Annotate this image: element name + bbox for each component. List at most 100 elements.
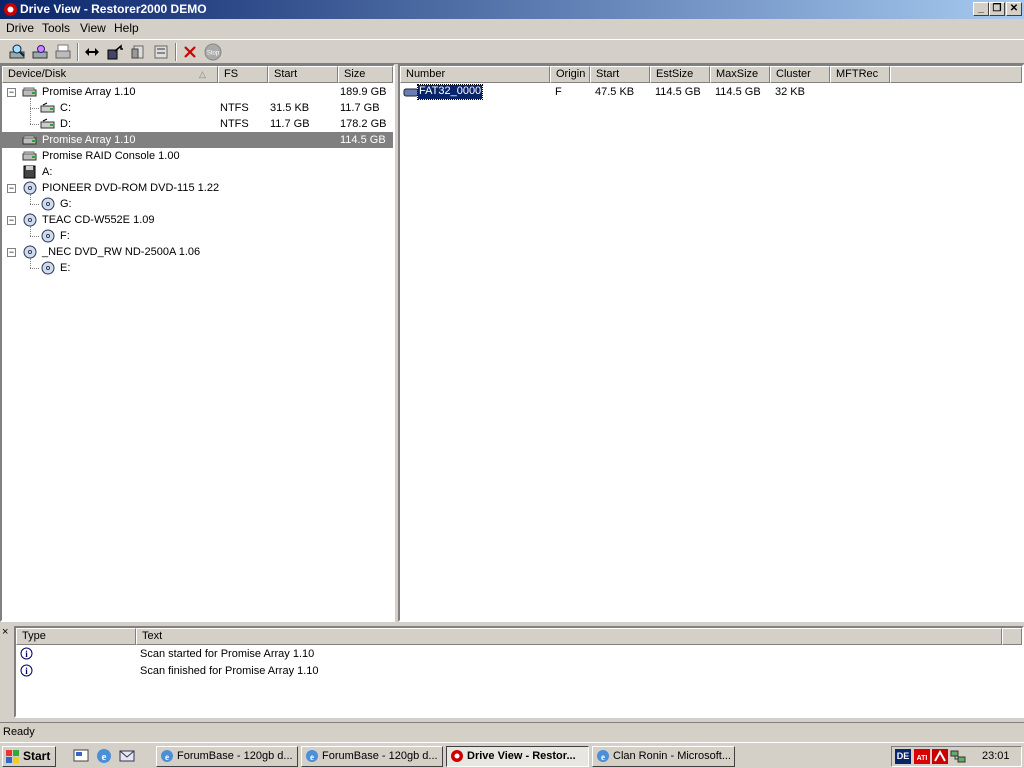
taskbar-item-label: Drive View - Restor... bbox=[467, 750, 576, 762]
title-bar[interactable]: Drive View - Restorer2000 DEMO _ ❐ ✕ bbox=[0, 0, 1024, 19]
svg-text:e: e bbox=[102, 751, 107, 763]
tree-row[interactable]: D: NTFS 11.7 GB 178.2 GB bbox=[2, 116, 393, 132]
windows-logo-icon bbox=[6, 750, 19, 763]
export-icon[interactable] bbox=[105, 42, 125, 62]
delete-icon[interactable] bbox=[180, 42, 200, 62]
toolbar-separator bbox=[77, 43, 79, 61]
column-header-cluster[interactable]: Cluster bbox=[770, 66, 830, 83]
stop-icon[interactable]: Stop bbox=[203, 42, 223, 62]
paste-icon[interactable] bbox=[151, 42, 171, 62]
device-name: PIONEER DVD-ROM DVD-115 1.22 bbox=[42, 182, 220, 194]
tree-connector bbox=[30, 268, 39, 269]
start-label: Start bbox=[23, 749, 51, 763]
taskbar-item-clan-ronin[interactable]: e Clan Ronin - Microsoft... bbox=[592, 746, 735, 767]
antivirus-icon[interactable] bbox=[932, 749, 948, 764]
tree-toggle-icon[interactable]: − bbox=[7, 216, 16, 225]
column-header-mftrec[interactable]: MFTRec bbox=[830, 66, 890, 83]
tree-row[interactable]: A: bbox=[2, 164, 393, 180]
app-icon bbox=[451, 750, 463, 762]
tree-guide-line bbox=[30, 194, 31, 204]
column-header-maxsize[interactable]: MaxSize bbox=[710, 66, 770, 83]
close-button[interactable]: ✕ bbox=[1006, 2, 1022, 16]
svg-text:e: e bbox=[601, 752, 605, 762]
partition-maxsize: 114.5 GB bbox=[715, 86, 761, 98]
column-header-number[interactable]: Number bbox=[400, 66, 550, 83]
ati-icon[interactable]: ATI bbox=[914, 749, 930, 764]
language-indicator[interactable]: DE bbox=[895, 749, 911, 764]
tree-row[interactable]: Promise Array 1.10 114.5 GB bbox=[2, 132, 393, 148]
device-start: 11.7 GB bbox=[270, 118, 310, 130]
tree-row[interactable]: G: bbox=[2, 196, 393, 212]
internet-explorer-icon[interactable]: e bbox=[95, 747, 113, 765]
menu-drive[interactable]: Drive bbox=[6, 21, 34, 35]
partition-icon bbox=[40, 102, 55, 113]
menu-view[interactable]: View bbox=[80, 21, 106, 35]
log-text: Scan finished for Promise Array 1.10 bbox=[140, 665, 319, 677]
cdrom-icon bbox=[23, 213, 37, 227]
svg-text:e: e bbox=[165, 752, 169, 762]
swap-icon[interactable] bbox=[82, 42, 102, 62]
partition-list-panel[interactable]: Number Origin Start EstSize MaxSize Clus… bbox=[398, 64, 1024, 622]
tree-row[interactable]: E: bbox=[2, 260, 393, 276]
taskbar-item-drive-view[interactable]: Drive View - Restor... bbox=[446, 746, 589, 767]
column-header-fs[interactable]: FS bbox=[218, 66, 268, 83]
copy-icon[interactable] bbox=[128, 42, 148, 62]
tree-toggle-icon[interactable]: − bbox=[7, 248, 16, 257]
minimize-button[interactable]: _ bbox=[973, 2, 989, 16]
tree-connector bbox=[30, 204, 39, 205]
maximize-button[interactable]: ❐ bbox=[989, 2, 1005, 16]
system-tray: DE ATI 23:01 bbox=[891, 746, 1022, 767]
outlook-icon[interactable] bbox=[118, 747, 136, 765]
column-header-start[interactable]: Start bbox=[268, 66, 338, 83]
column-header-origin[interactable]: Origin bbox=[550, 66, 590, 83]
partition-start: 47.5 KB bbox=[595, 86, 635, 98]
info-icon: i bbox=[20, 664, 33, 677]
column-header-text[interactable]: Text bbox=[136, 628, 1002, 645]
device-size: 114.5 GB bbox=[340, 134, 386, 146]
tree-row[interactable]: C: NTFS 31.5 KB 11.7 GB bbox=[2, 100, 393, 116]
device-start: 31.5 KB bbox=[270, 102, 310, 114]
tree-connector bbox=[30, 108, 39, 109]
column-header-device[interactable]: Device/Disk △ bbox=[2, 66, 218, 83]
tree-row[interactable]: − TEAC CD-W552E 1.09 bbox=[2, 212, 393, 228]
log-row[interactable]: i Scan finished for Promise Array 1.10 bbox=[16, 663, 1022, 679]
taskbar-item-forumbase-2[interactable]: e ForumBase - 120gb d... bbox=[301, 746, 443, 767]
scan-icon[interactable] bbox=[7, 42, 27, 62]
menu-help[interactable]: Help bbox=[114, 21, 139, 35]
column-header-filler bbox=[890, 66, 1022, 83]
tree-toggle-icon[interactable]: − bbox=[7, 88, 16, 97]
tree-row[interactable]: F: bbox=[2, 228, 393, 244]
device-tree-panel[interactable]: Device/Disk △ FS Start Size − Promise Arr… bbox=[0, 64, 395, 622]
tree-row[interactable]: − Promise Array 1.10 189.9 GB bbox=[2, 84, 393, 100]
tree-row[interactable]: − _NEC DVD_RW ND-2500A 1.06 bbox=[2, 244, 393, 260]
tree-toggle-icon[interactable]: − bbox=[7, 184, 16, 193]
device-fs: NTFS bbox=[220, 102, 249, 114]
network-icon[interactable] bbox=[950, 749, 966, 764]
device-name: F: bbox=[60, 230, 70, 242]
partition-estsize: 114.5 GB bbox=[655, 86, 701, 98]
find-icon[interactable] bbox=[30, 42, 50, 62]
device-name: A: bbox=[42, 166, 53, 178]
column-header-estsize[interactable]: EstSize bbox=[650, 66, 710, 83]
log-row[interactable]: i Scan started for Promise Array 1.10 bbox=[16, 646, 1022, 662]
start-button[interactable]: Start bbox=[2, 746, 56, 767]
tree-row[interactable]: Promise RAID Console 1.00 bbox=[2, 148, 393, 164]
tree-row[interactable]: − PIONEER DVD-ROM DVD-115 1.22 bbox=[2, 180, 393, 196]
column-header-start[interactable]: Start bbox=[590, 66, 650, 83]
menu-tools[interactable]: Tools bbox=[42, 21, 70, 35]
column-header-type[interactable]: Type bbox=[16, 628, 136, 645]
tree-guide-line bbox=[30, 258, 31, 268]
toolbar: Stop bbox=[0, 39, 1024, 64]
hdd-icon bbox=[22, 135, 37, 145]
column-header-size[interactable]: Size bbox=[338, 66, 393, 83]
log-panel[interactable]: Type Text i Scan started for Promise Arr… bbox=[14, 626, 1024, 718]
print-icon[interactable] bbox=[53, 42, 73, 62]
tree-connector bbox=[30, 236, 39, 237]
log-close-icon[interactable]: × bbox=[2, 627, 12, 638]
show-desktop-icon[interactable] bbox=[72, 747, 90, 765]
partition-icon bbox=[40, 118, 55, 129]
cd-icon bbox=[41, 229, 55, 243]
clock: 23:01 bbox=[982, 750, 1010, 762]
table-row[interactable]: FAT32_0000 F 47.5 KB 114.5 GB 114.5 GB 3… bbox=[400, 84, 1022, 100]
taskbar-item-forumbase-1[interactable]: e ForumBase - 120gb d... bbox=[156, 746, 298, 767]
